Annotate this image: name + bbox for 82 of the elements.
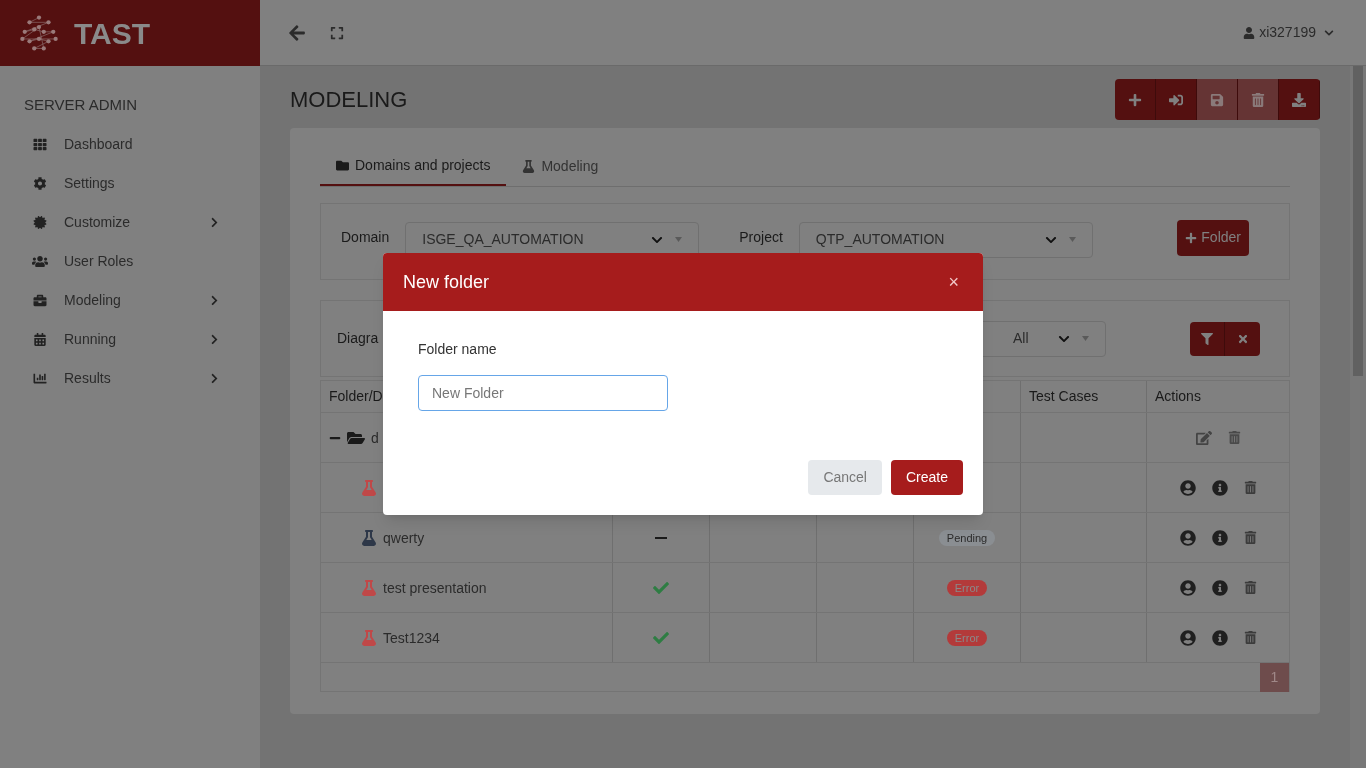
field-label: Folder name xyxy=(418,340,497,359)
caret-icon xyxy=(1082,336,1089,341)
status-badge: Pending xyxy=(938,529,996,546)
user-icon[interactable] xyxy=(1179,529,1196,546)
user-icon[interactable] xyxy=(1179,479,1196,496)
diagram-label: Diagra xyxy=(337,329,379,348)
create-button[interactable]: Create xyxy=(890,460,963,495)
trash-icon[interactable] xyxy=(1227,431,1241,444)
chevron-right-icon xyxy=(209,372,220,384)
tab[interactable]: Domains and projects xyxy=(320,146,507,186)
page-button[interactable]: 1 xyxy=(1260,663,1289,692)
sidebar-item[interactable]: Running xyxy=(0,319,260,359)
flask-icon xyxy=(522,159,536,173)
trash-icon[interactable] xyxy=(1243,481,1257,494)
sign-in-icon xyxy=(1169,92,1183,107)
column-header: Folder/D xyxy=(329,387,383,406)
fullscreen-icon[interactable] xyxy=(330,25,344,40)
toolbar-button[interactable] xyxy=(1279,79,1320,120)
info-icon[interactable] xyxy=(1211,479,1228,496)
download-icon xyxy=(1292,92,1306,107)
close-icon xyxy=(1236,332,1249,345)
row-name[interactable]: d xyxy=(371,427,379,448)
column-header: Actions xyxy=(1155,387,1201,406)
close-button[interactable]: × xyxy=(948,268,959,296)
sidebar-item[interactable]: Settings xyxy=(0,163,260,203)
info-icon[interactable] xyxy=(1211,529,1228,546)
user-icon[interactable] xyxy=(1179,629,1196,646)
edit-icon[interactable] xyxy=(1195,429,1212,446)
save-icon xyxy=(1210,92,1224,107)
logo-icon xyxy=(20,14,58,52)
dialog-title: New folder xyxy=(403,270,491,294)
user-menu[interactable]: xi327199 xyxy=(1243,22,1334,43)
sidebar-item[interactable]: User Roles xyxy=(0,241,260,281)
trash-icon xyxy=(1251,92,1265,107)
chevron-right-icon xyxy=(209,333,220,345)
filter-icon xyxy=(1201,332,1213,345)
settings-icon xyxy=(32,176,48,190)
row-name[interactable]: Test1234 xyxy=(383,627,440,648)
users-icon xyxy=(32,254,48,268)
row-name[interactable]: test presentation xyxy=(383,577,487,598)
sidebar-item[interactable]: Results xyxy=(0,358,260,398)
caret-icon xyxy=(1068,237,1076,242)
clear-filter-button[interactable] xyxy=(1225,321,1260,356)
domain-label: Domain xyxy=(341,228,390,247)
sidebar-heading: SERVER ADMIN xyxy=(23,95,139,115)
row-name[interactable]: qwerty xyxy=(383,527,425,548)
sidebar-item[interactable]: Modeling xyxy=(0,280,260,320)
caret-icon xyxy=(675,237,683,242)
grid-icon xyxy=(32,137,48,151)
chevron-right-icon xyxy=(209,216,220,228)
add-folder-button[interactable]: Folder xyxy=(1177,219,1249,256)
back-arrow-icon[interactable] xyxy=(288,23,306,42)
toolbar-button[interactable] xyxy=(1115,79,1156,120)
tab[interactable]: Modeling xyxy=(506,146,615,186)
toolbar-button[interactable] xyxy=(1156,79,1197,120)
info-icon[interactable] xyxy=(1211,629,1228,646)
badge-icon xyxy=(32,215,48,229)
bar-chart-icon xyxy=(32,371,48,385)
chevron-down-icon xyxy=(1324,27,1334,38)
column-header: Test Cases xyxy=(1029,387,1099,406)
briefcase-icon xyxy=(32,293,48,307)
info-icon[interactable] xyxy=(1211,579,1228,596)
app-name: TAST xyxy=(74,15,151,52)
status-badge: Error xyxy=(946,579,988,596)
folder-name-field[interactable]: New Folder xyxy=(418,375,668,411)
folder-icon xyxy=(336,158,349,172)
trash-icon[interactable] xyxy=(1243,631,1257,644)
status-badge: Error xyxy=(946,629,988,646)
project-label: Project xyxy=(739,228,783,247)
user-icon xyxy=(1243,26,1256,39)
page-title: MODELING xyxy=(290,86,408,114)
filter-button[interactable] xyxy=(1190,321,1225,356)
trash-icon[interactable] xyxy=(1243,531,1257,544)
plus-icon xyxy=(1128,92,1142,107)
chevron-right-icon xyxy=(209,294,220,306)
cancel-button[interactable]: Cancel xyxy=(808,460,882,495)
calendar-icon xyxy=(32,332,48,346)
sidebar-item[interactable]: Dashboard xyxy=(0,124,260,164)
trash-icon[interactable] xyxy=(1243,581,1257,594)
user-icon[interactable] xyxy=(1179,579,1196,596)
plus-icon xyxy=(1185,231,1198,244)
sidebar-item[interactable]: Customize xyxy=(0,202,260,242)
